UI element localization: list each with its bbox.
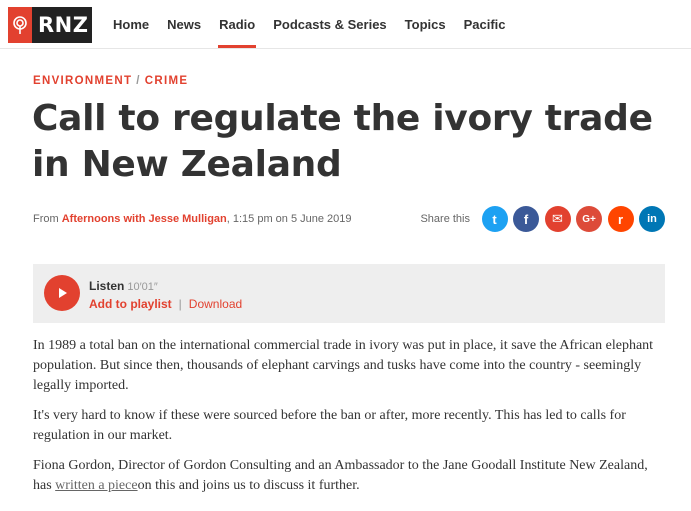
nav-item-label: Topics xyxy=(404,16,446,32)
share-label: Share this xyxy=(420,213,470,225)
add-to-playlist-link[interactable]: Add to playlist xyxy=(89,297,172,311)
nav-item-label: Podcasts & Series xyxy=(273,16,387,32)
main-nav: Home News Radio Podcasts & Series Topics… xyxy=(104,0,515,48)
download-link[interactable]: Download xyxy=(189,297,242,311)
body-paragraph: In 1989 a total ban on the international… xyxy=(33,338,654,393)
nav-item-label: Pacific xyxy=(463,16,506,32)
facebook-icon[interactable]: f xyxy=(513,206,539,232)
nav-item-home[interactable]: Home xyxy=(104,0,158,48)
byline: From Afternoons with Jesse Mulligan, 1:1… xyxy=(33,213,352,225)
nav-item-label: Radio xyxy=(219,16,256,32)
audio-link-separator: | xyxy=(178,297,182,311)
tag-separator: / xyxy=(136,75,141,87)
nav-item-label: News xyxy=(167,16,202,32)
article-title: Call to regulate the ivory trade in New … xyxy=(32,98,653,185)
rnz-logo[interactable]: RNZ xyxy=(8,7,92,43)
linkedin-icon[interactable]: in xyxy=(639,206,665,232)
share-bar: Share this t f ✉ G+ r in xyxy=(420,206,665,232)
rnz-logo-text: RNZ xyxy=(38,13,89,37)
nav-item-radio[interactable]: Radio xyxy=(210,0,264,48)
listen-label: Listen 10′01″ xyxy=(89,279,158,293)
audio-links: Add to playlist | Download xyxy=(89,297,242,311)
reddit-icon[interactable]: r xyxy=(607,206,634,232)
play-icon xyxy=(59,288,67,298)
written-a-piece-link[interactable]: written a piece xyxy=(55,478,137,493)
twitter-icon[interactable]: t xyxy=(481,206,508,232)
email-icon[interactable]: ✉ xyxy=(544,206,571,232)
programme-link[interactable]: Afternoons with Jesse Mulligan xyxy=(62,213,227,225)
byline-prefix: From xyxy=(33,213,62,225)
google-plus-icon[interactable]: G+ xyxy=(576,206,602,232)
nav-item-podcasts-series[interactable]: Podcasts & Series xyxy=(264,0,395,48)
audio-duration: 10′01″ xyxy=(127,281,158,293)
body-paragraph: Fiona Gordon, Director of Gordon Consult… xyxy=(33,456,665,496)
nav-item-topics[interactable]: Topics xyxy=(396,0,455,48)
play-button[interactable] xyxy=(44,275,80,311)
body-paragraph-text: on this and joins us to discuss it furth… xyxy=(137,478,360,493)
listen-text: Listen xyxy=(89,279,125,293)
tag-crime[interactable]: CRIME xyxy=(145,75,189,87)
nav-item-news[interactable]: News xyxy=(158,0,210,48)
audio-player: Listen 10′01″ Add to playlist | Download xyxy=(33,264,665,323)
body-paragraph: It's very hard to know if these were sou… xyxy=(33,408,626,443)
byline-timestamp: , 1:15 pm on 5 June 2019 xyxy=(226,213,352,225)
rnz-logo-mark-icon xyxy=(8,7,32,43)
site-header: RNZ Home News Radio Podcasts & Series To… xyxy=(0,0,691,49)
article-body: In 1989 a total ban on the international… xyxy=(33,336,665,506)
nav-item-label: Home xyxy=(113,16,150,32)
article-tags: ENVIRONMENT / CRIME xyxy=(33,75,188,87)
nav-item-pacific[interactable]: Pacific xyxy=(455,0,515,48)
tag-environment[interactable]: ENVIRONMENT xyxy=(33,75,132,87)
